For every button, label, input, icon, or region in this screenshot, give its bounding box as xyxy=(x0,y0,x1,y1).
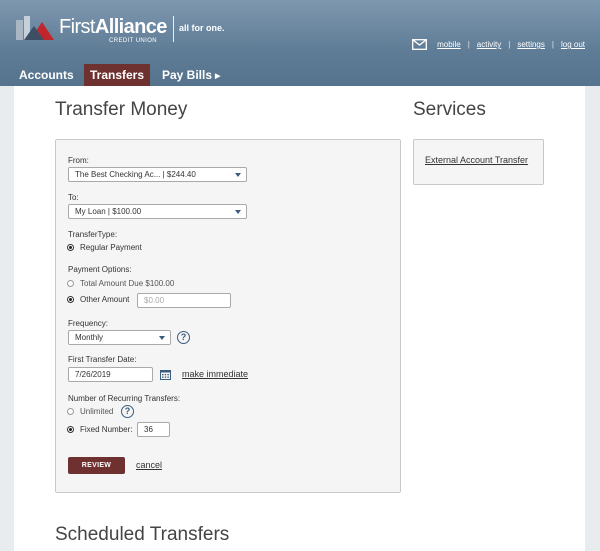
nav-accounts[interactable]: Accounts xyxy=(19,64,74,86)
logout-link[interactable]: log out xyxy=(561,40,585,49)
regular-payment-label: Regular Payment xyxy=(80,243,142,252)
main-nav: Accounts Transfers Pay Bills ▶ xyxy=(0,64,600,92)
from-select[interactable]: The Best Checking Ac... | $244.40 xyxy=(68,167,247,182)
separator: | xyxy=(508,40,511,49)
frequency-select[interactable]: Monthly xyxy=(68,330,171,345)
nav-transfers[interactable]: Transfers xyxy=(84,64,151,92)
logo-divider xyxy=(173,16,174,42)
recurring-label: Number of Recurring Transfers: xyxy=(68,394,181,403)
regular-payment-radio[interactable] xyxy=(67,244,74,251)
total-amount-radio[interactable] xyxy=(67,280,74,287)
fixed-number-input[interactable]: 36 xyxy=(137,422,170,437)
unlimited-label: Unlimited xyxy=(80,407,114,416)
cancel-link[interactable]: cancel xyxy=(136,460,162,470)
brand-tagline: all for one. xyxy=(179,23,225,33)
recurring-help-icon[interactable]: ? xyxy=(121,405,134,418)
review-button[interactable]: REVIEW xyxy=(68,457,125,474)
header: FirstAlliance CREDIT UNION all for one. … xyxy=(0,0,600,92)
envelope-icon[interactable] xyxy=(412,39,428,50)
payment-options-label: Payment Options: xyxy=(68,265,132,274)
activity-link[interactable]: activity xyxy=(477,40,501,49)
chevron-down-icon xyxy=(159,336,165,340)
from-label: From: xyxy=(68,156,89,165)
first-date-input[interactable]: 7/26/2019 xyxy=(68,367,153,382)
services-panel: External Account Transfer xyxy=(413,139,544,185)
frequency-label: Frequency: xyxy=(68,319,109,328)
brand-subtitle: CREDIT UNION xyxy=(109,38,158,44)
fixed-number-radio[interactable] xyxy=(67,426,74,433)
mobile-link[interactable]: mobile xyxy=(437,40,461,49)
chevron-down-icon xyxy=(235,210,241,214)
nav-transfers-label: Transfers xyxy=(90,68,145,82)
fixed-number-label: Fixed Number: xyxy=(80,425,133,434)
external-account-transfer-link[interactable]: External Account Transfer xyxy=(425,155,528,165)
first-date-label: First Transfer Date: xyxy=(68,355,137,364)
nav-pay-bills-label: Pay Bills xyxy=(162,68,213,82)
from-select-value: The Best Checking Ac... | $244.40 xyxy=(75,170,196,179)
services-title: Services xyxy=(413,99,486,120)
other-amount-input[interactable]: $0.00 xyxy=(137,293,231,308)
nav-pay-bills[interactable]: Pay Bills ▶ xyxy=(162,64,220,86)
caret-right-icon: ▶ xyxy=(215,73,221,80)
utility-nav: mobile | activity | settings | log out xyxy=(412,39,585,50)
total-amount-label: Total Amount Due $100.00 xyxy=(80,279,175,288)
separator: | xyxy=(551,40,554,49)
separator: | xyxy=(467,40,470,49)
other-amount-radio[interactable] xyxy=(67,296,74,303)
logo-mark-icon xyxy=(16,16,54,40)
to-select-value: My Loan | $100.00 xyxy=(75,207,142,216)
transfer-form xyxy=(55,139,401,493)
to-label: To: xyxy=(68,193,79,202)
chevron-down-icon xyxy=(235,173,241,177)
scheduled-transfers-title: Scheduled Transfers xyxy=(55,524,230,545)
make-immediate-link[interactable]: make immediate xyxy=(182,369,248,379)
brand-name-second: Alliance xyxy=(94,16,168,38)
settings-link[interactable]: settings xyxy=(517,40,545,49)
page-title: Transfer Money xyxy=(55,99,188,120)
unlimited-radio[interactable] xyxy=(67,408,74,415)
calendar-icon[interactable] xyxy=(160,369,171,380)
frequency-select-value: Monthly xyxy=(75,333,104,342)
transfer-type-label: TransferType: xyxy=(68,230,118,239)
brand-name-first: First xyxy=(59,16,95,38)
frequency-help-icon[interactable]: ? xyxy=(177,331,190,344)
to-select[interactable]: My Loan | $100.00 xyxy=(68,204,247,219)
other-amount-label: Other Amount xyxy=(80,295,130,304)
